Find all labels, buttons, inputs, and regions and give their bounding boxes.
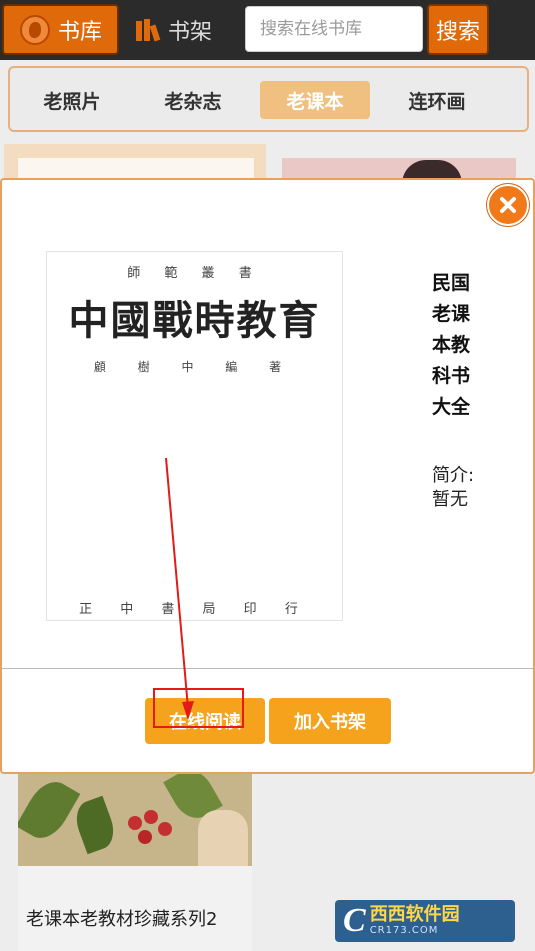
search-button[interactable]: 搜索 xyxy=(427,4,489,55)
tab-bookshelf-label: 书架 xyxy=(168,20,213,45)
book-title: 民国老课本教科书大全 xyxy=(432,272,471,418)
tab-old-photos[interactable]: 老照片 xyxy=(28,81,116,119)
tab-old-textbooks[interactable]: 老课本 xyxy=(260,81,370,119)
cover-author: 顧 樹 中 編 著 xyxy=(93,360,296,374)
tab-library[interactable]: 书库 xyxy=(2,4,119,55)
divider xyxy=(2,668,533,669)
cover-series-line: 師 範 叢 書 xyxy=(127,266,262,281)
close-button[interactable] xyxy=(487,184,529,226)
watermark-name: 西西软件园 xyxy=(369,904,460,925)
tab-old-magazines[interactable]: 老杂志 xyxy=(149,81,237,119)
close-icon xyxy=(500,197,516,213)
watermark-url: CR173.COM xyxy=(369,925,439,936)
globe-icon xyxy=(20,14,50,45)
tab-comic-books[interactable]: 连环画 xyxy=(393,81,481,119)
tab-bookshelf[interactable]: 书架 xyxy=(136,12,212,48)
top-bar: 书库 书架 搜索 xyxy=(0,0,535,60)
watermark-letter: C xyxy=(343,902,366,939)
cover-publisher: 正 中 書 局 印 行 xyxy=(79,602,310,617)
books-icon xyxy=(136,19,161,42)
search-input[interactable] xyxy=(245,6,423,52)
book-cover-image[interactable] xyxy=(18,770,252,866)
book-title[interactable]: 老课本老教材珍藏系列2 xyxy=(26,905,217,931)
book-description: 简介:暂无 xyxy=(432,465,475,510)
category-tabs: 老照片 老杂志 老课本 连环画 xyxy=(8,66,529,132)
tab-library-label: 书库 xyxy=(58,19,103,45)
highlight-box xyxy=(153,688,244,728)
book-cover: 師 範 叢 書 中國戰時教育 顧 樹 中 編 著 正 中 書 局 印 行 xyxy=(46,251,343,621)
add-to-shelf-button[interactable]: 加入书架 xyxy=(269,698,391,744)
cover-title: 中國戰時教育 xyxy=(68,297,321,344)
watermark-logo: C 西西软件园 CR173.COM xyxy=(335,900,515,942)
